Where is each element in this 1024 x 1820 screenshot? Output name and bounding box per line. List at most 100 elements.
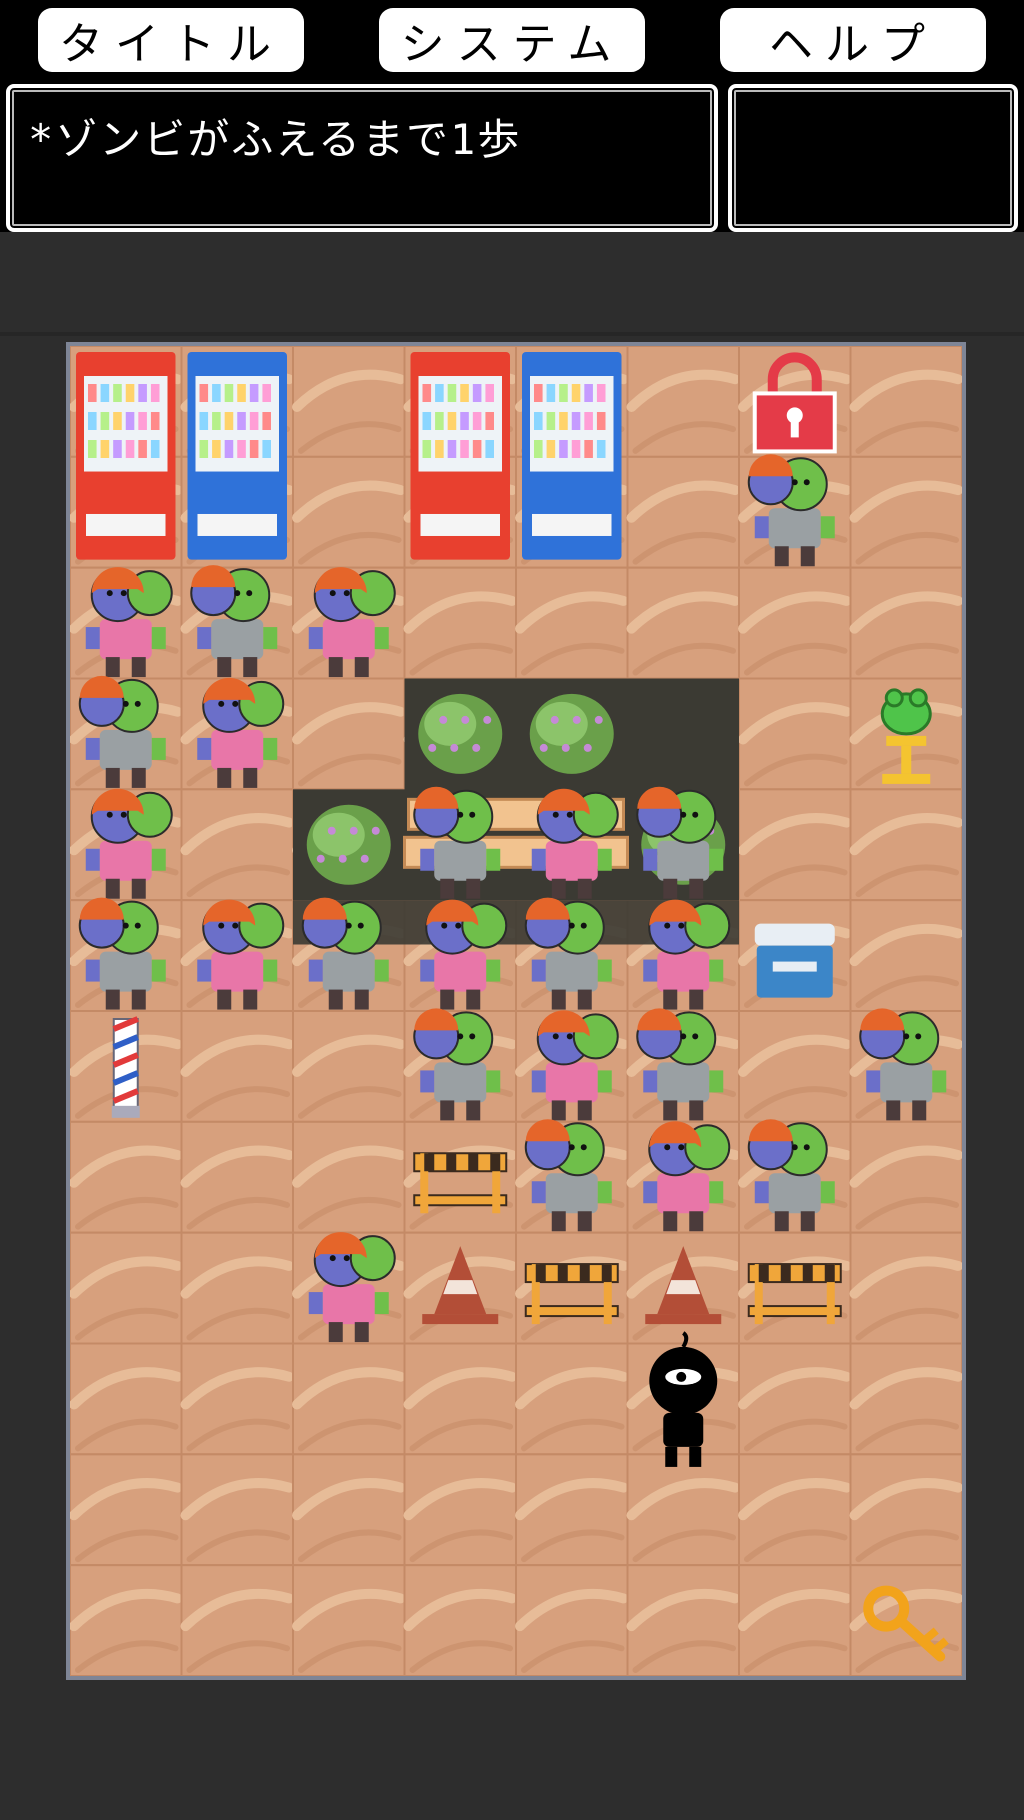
drink-can	[447, 440, 457, 458]
zombie-torso	[322, 619, 375, 660]
zombie-leg	[217, 657, 232, 678]
zombie-eye	[106, 590, 113, 597]
drink-can	[150, 384, 160, 402]
barricade-stripe	[758, 1264, 769, 1283]
drink-can	[435, 412, 444, 430]
floor-tile	[403, 566, 517, 680]
floor-tile	[849, 1231, 962, 1345]
zombie-leg	[328, 657, 343, 678]
zombie-eye	[232, 922, 239, 929]
zombie-leg	[663, 1100, 678, 1121]
floor-tile	[738, 788, 852, 902]
floor-tile	[180, 1564, 294, 1676]
system-button[interactable]: システム	[379, 8, 645, 72]
zombie-torso	[211, 619, 264, 660]
zombie-eye	[457, 1033, 464, 1040]
floor-tile	[849, 1342, 962, 1456]
zombie-torso	[99, 951, 152, 992]
zombie-leg	[663, 1211, 678, 1232]
drink-can	[460, 412, 469, 430]
floor-tile	[626, 566, 740, 680]
zombie-arm	[85, 737, 100, 760]
bush	[418, 693, 503, 774]
zombie-eye	[664, 1144, 671, 1151]
drink-can	[224, 384, 234, 402]
drink-can	[88, 440, 97, 458]
zombie-eye	[343, 590, 350, 597]
cone-base	[645, 1314, 722, 1325]
bush-flower	[327, 826, 336, 835]
zombie-eye	[580, 922, 587, 929]
bush-flower	[472, 743, 481, 752]
drink-can	[584, 384, 593, 402]
floor-tile	[180, 788, 294, 902]
zombie-eye	[343, 1255, 350, 1262]
zombie-torso	[322, 951, 375, 992]
drink-can	[559, 440, 568, 458]
game-board[interactable]	[66, 342, 966, 1680]
drink-can	[249, 384, 259, 402]
zombie-torso	[434, 1062, 487, 1103]
zombie-arm	[486, 1070, 501, 1093]
zombie-leg	[243, 767, 258, 788]
barricade-stripe	[601, 1264, 612, 1283]
zombie-eye	[692, 1033, 699, 1040]
zombie-leg	[354, 1322, 369, 1343]
zombie-arm	[643, 1070, 658, 1093]
zombie-arm	[263, 627, 278, 650]
help-button[interactable]: ヘルプ	[720, 8, 986, 72]
zombie-arm	[374, 959, 389, 982]
floor-tile	[403, 1453, 517, 1567]
zombie-leg	[800, 546, 815, 567]
zombie-arm	[643, 848, 658, 871]
frog-eye	[884, 688, 904, 708]
zombie-arm	[486, 959, 501, 982]
drink-can	[485, 440, 494, 458]
drink-can	[262, 440, 271, 458]
status-panel	[728, 84, 1018, 232]
bush-flower	[594, 715, 603, 724]
zombie-eye	[680, 1033, 687, 1040]
zombie-eye	[357, 922, 364, 929]
zombie-leg	[243, 989, 258, 1010]
player-pupil	[676, 1371, 687, 1382]
zombie-arm	[531, 1181, 546, 1204]
drink-can	[100, 440, 110, 458]
floor-tile	[292, 1010, 406, 1123]
floor-tile	[70, 1564, 183, 1676]
drink-can	[237, 440, 246, 458]
zombie-eye	[568, 1144, 575, 1151]
message-text: *ゾンビがふえるまで1歩	[28, 115, 522, 164]
zombie-arm	[197, 959, 212, 982]
zombie-arm	[308, 1292, 323, 1315]
bush-flower	[461, 715, 470, 724]
zombie-arm	[597, 1181, 612, 1204]
zombie-arm	[151, 959, 166, 982]
drink-can	[422, 384, 432, 402]
floor-tile	[180, 1120, 294, 1234]
zombie-arm	[374, 1292, 389, 1315]
floor-tile	[292, 455, 406, 569]
drink-can	[150, 440, 160, 458]
zombie-arm	[420, 959, 435, 982]
zombie-eye	[441, 922, 448, 929]
drink-can	[224, 440, 234, 458]
drink-can	[100, 412, 110, 430]
floor-tile	[738, 1010, 852, 1123]
floor-tile	[292, 1564, 406, 1676]
floor-tile	[292, 1120, 406, 1234]
vending-machine	[187, 352, 287, 560]
zombie-arm	[597, 959, 612, 982]
player-leg	[665, 1446, 678, 1467]
zombie-eye	[120, 590, 127, 597]
floor-tile	[515, 1564, 629, 1676]
bush-flower	[428, 743, 437, 752]
bush-flower	[561, 743, 570, 752]
drink-can	[460, 384, 469, 402]
floor-tile	[849, 566, 962, 680]
title-button[interactable]: タイトル	[38, 8, 304, 72]
vending-machine	[410, 352, 510, 560]
board-canvas[interactable]	[70, 346, 962, 1676]
zombie-leg	[689, 878, 704, 899]
zombie-arm	[820, 516, 835, 539]
